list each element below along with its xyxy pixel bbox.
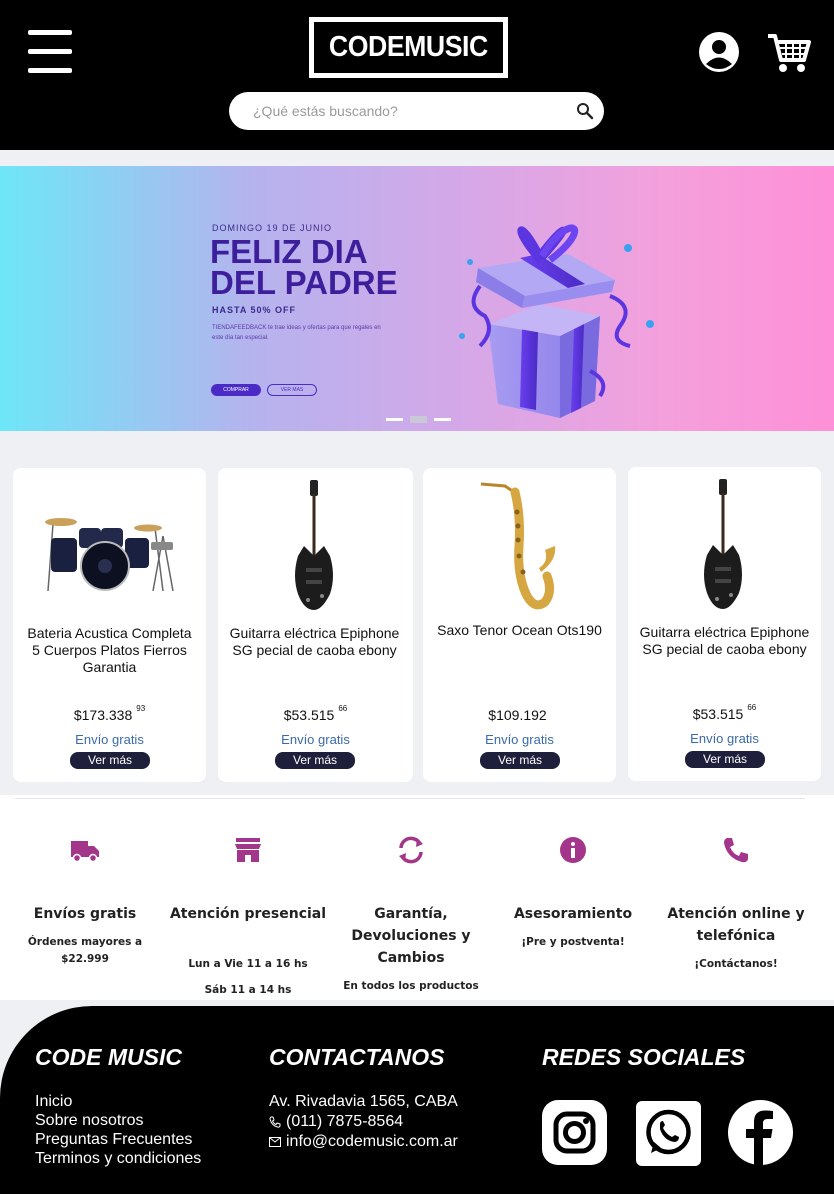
feature-title: Atención presencial <box>169 906 327 922</box>
saxophone-image <box>480 482 556 610</box>
feature-title: Asesoramiento <box>513 906 633 922</box>
carousel-dot-2[interactable] <box>410 416 427 423</box>
logo-text: CODEMUSIC <box>329 31 488 63</box>
shipping-label: Envío gratis <box>75 732 144 747</box>
facebook-icon[interactable] <box>728 1100 793 1165</box>
product-card[interactable]: Guitarra eléctrica Epiphone SG pecial de… <box>628 467 821 781</box>
shipping-label: Envío gratis <box>485 732 554 747</box>
shipping-label: Envío gratis <box>281 732 350 747</box>
gift-box-image <box>459 224 654 418</box>
feature-detail: Órdenes mayores a <box>27 936 143 948</box>
footer-links: Inicio Sobre nosotros Preguntas Frecuent… <box>35 1092 201 1168</box>
view-more-button[interactable]: Ver más <box>685 751 765 768</box>
carousel-dot-3[interactable] <box>434 418 451 421</box>
truck-icon <box>71 841 99 863</box>
price-value: $53.515 <box>283 707 335 723</box>
view-more-button[interactable]: Ver más <box>480 752 560 769</box>
carousel-indicators <box>386 416 456 424</box>
price-value: $53.515 <box>692 706 744 722</box>
whatsapp-icon[interactable] <box>636 1101 701 1166</box>
contact-phone[interactable]: (011) 7875-8564 <box>269 1112 458 1132</box>
phone-small-icon <box>269 1116 281 1128</box>
product-card[interactable]: Saxo Tenor Ocean Ots190 $109.192 Envío g… <box>423 468 616 782</box>
feature-title: Envíos gratis <box>33 906 137 922</box>
price-cents: 93 <box>136 704 146 714</box>
instagram-icon[interactable] <box>542 1100 607 1165</box>
banner-title-line2: DEL PADRE <box>210 264 398 301</box>
view-more-button[interactable]: Ver más <box>275 752 355 769</box>
features-section: Envíos gratis Órdenes mayores a $22.999 … <box>0 795 834 1000</box>
contact-info: Av. Rivadavia 1565, CABA (011) 7875-8564… <box>269 1092 458 1152</box>
feature-detail: $22.999 <box>61 953 109 965</box>
feature-title: Garantía, Devoluciones y Cambios <box>351 906 471 966</box>
divider <box>15 798 805 799</box>
phone-text: (011) 7875-8564 <box>286 1113 404 1130</box>
promo-banner[interactable]: DOMINGO 19 DE JUNIO FELIZ DIA DEL PADRE … <box>0 166 834 431</box>
address-text: Av. Rivadavia 1565, CABA <box>269 1093 458 1110</box>
mail-icon <box>269 1137 281 1147</box>
electric-guitar-image <box>295 480 333 610</box>
footer-link-terms[interactable]: Terminos y condiciones <box>35 1149 201 1168</box>
product-price: $53.515 66 <box>218 704 413 723</box>
view-more-button[interactable]: Ver más <box>70 752 150 769</box>
product-price: $173.338 93 <box>13 704 206 723</box>
search-input[interactable] <box>253 92 573 130</box>
feature-detail: Sáb 11 a 14 hs <box>204 984 292 996</box>
contact-heading: CONTACTANOS <box>269 1044 445 1070</box>
feature-detail: En todos los productos <box>343 980 479 992</box>
shopping-cart-icon[interactable] <box>766 30 812 74</box>
phone-icon <box>724 838 748 863</box>
banner-description: TIENDAFEEDBACK te trae ideas y ofertas p… <box>212 325 381 341</box>
footer-link-home[interactable]: Inicio <box>35 1092 201 1111</box>
banner-discount: HASTA 50% OFF <box>212 305 297 315</box>
price-cents: 66 <box>338 704 348 714</box>
banner-buy-button[interactable]: COMPRAR <box>211 384 261 396</box>
store-icon <box>235 838 261 862</box>
product-card[interactable]: Bateria Acustica Completa 5 Cuerpos Plat… <box>13 468 206 782</box>
footer-brand: CODE MUSIC <box>35 1044 182 1070</box>
footer-link-faq[interactable]: Preguntas Frecuentes <box>35 1130 201 1149</box>
email-text: info@codemusic.com.ar <box>286 1133 458 1150</box>
product-name[interactable]: Guitarra eléctrica Epiphone SG pecial de… <box>638 624 811 658</box>
feature-title: Atención online y telefónica <box>667 906 805 944</box>
feature-detail: ¡Pre y postventa! <box>521 936 625 948</box>
banner-date: DOMINGO 19 DE JUNIO <box>212 223 333 233</box>
product-price: $53.515 66 <box>628 703 821 722</box>
feature-detail: Lun a Vie 11 a 16 hs <box>188 958 308 970</box>
refresh-icon <box>399 836 423 864</box>
price-value: $173.338 <box>73 707 133 723</box>
banner-title-line1: FELIZ DIA <box>210 233 368 270</box>
user-account-icon[interactable] <box>698 31 740 73</box>
contact-address: Av. Rivadavia 1565, CABA <box>269 1092 458 1112</box>
contact-email[interactable]: info@codemusic.com.ar <box>269 1132 458 1152</box>
site-footer: CODE MUSIC Inicio Sobre nosotros Pregunt… <box>0 1006 834 1194</box>
carousel-dot-1[interactable] <box>386 418 403 421</box>
drum-kit-image <box>45 518 174 592</box>
feature-detail: ¡Contáctanos! <box>694 958 778 970</box>
price-value: $109.192 <box>488 707 547 723</box>
logo[interactable]: CODEMUSIC <box>309 17 508 78</box>
product-name[interactable]: Saxo Tenor Ocean Ots190 <box>433 622 606 639</box>
banner-more-button[interactable]: VER MAS <box>267 384 317 396</box>
banner-title: FELIZ DIA DEL PADRE <box>210 233 398 301</box>
info-icon <box>560 837 586 863</box>
electric-guitar-image <box>704 479 742 609</box>
shipping-label: Envío gratis <box>690 731 759 746</box>
product-price: $109.192 <box>423 707 616 723</box>
search-bar <box>229 92 604 130</box>
price-cents: 66 <box>747 703 757 713</box>
hamburger-menu-icon[interactable] <box>28 30 72 74</box>
product-card[interactable]: Guitarra eléctrica Epiphone SG pecial de… <box>218 468 413 782</box>
footer-link-about[interactable]: Sobre nosotros <box>35 1111 201 1130</box>
product-name[interactable]: Bateria Acustica Completa 5 Cuerpos Plat… <box>23 625 196 676</box>
search-icon[interactable] <box>576 102 594 120</box>
social-heading: REDES SOCIALES <box>542 1044 746 1070</box>
site-header: CODEMUSIC <box>0 0 834 150</box>
product-name[interactable]: Guitarra eléctrica Epiphone SG pecial de… <box>228 625 401 659</box>
